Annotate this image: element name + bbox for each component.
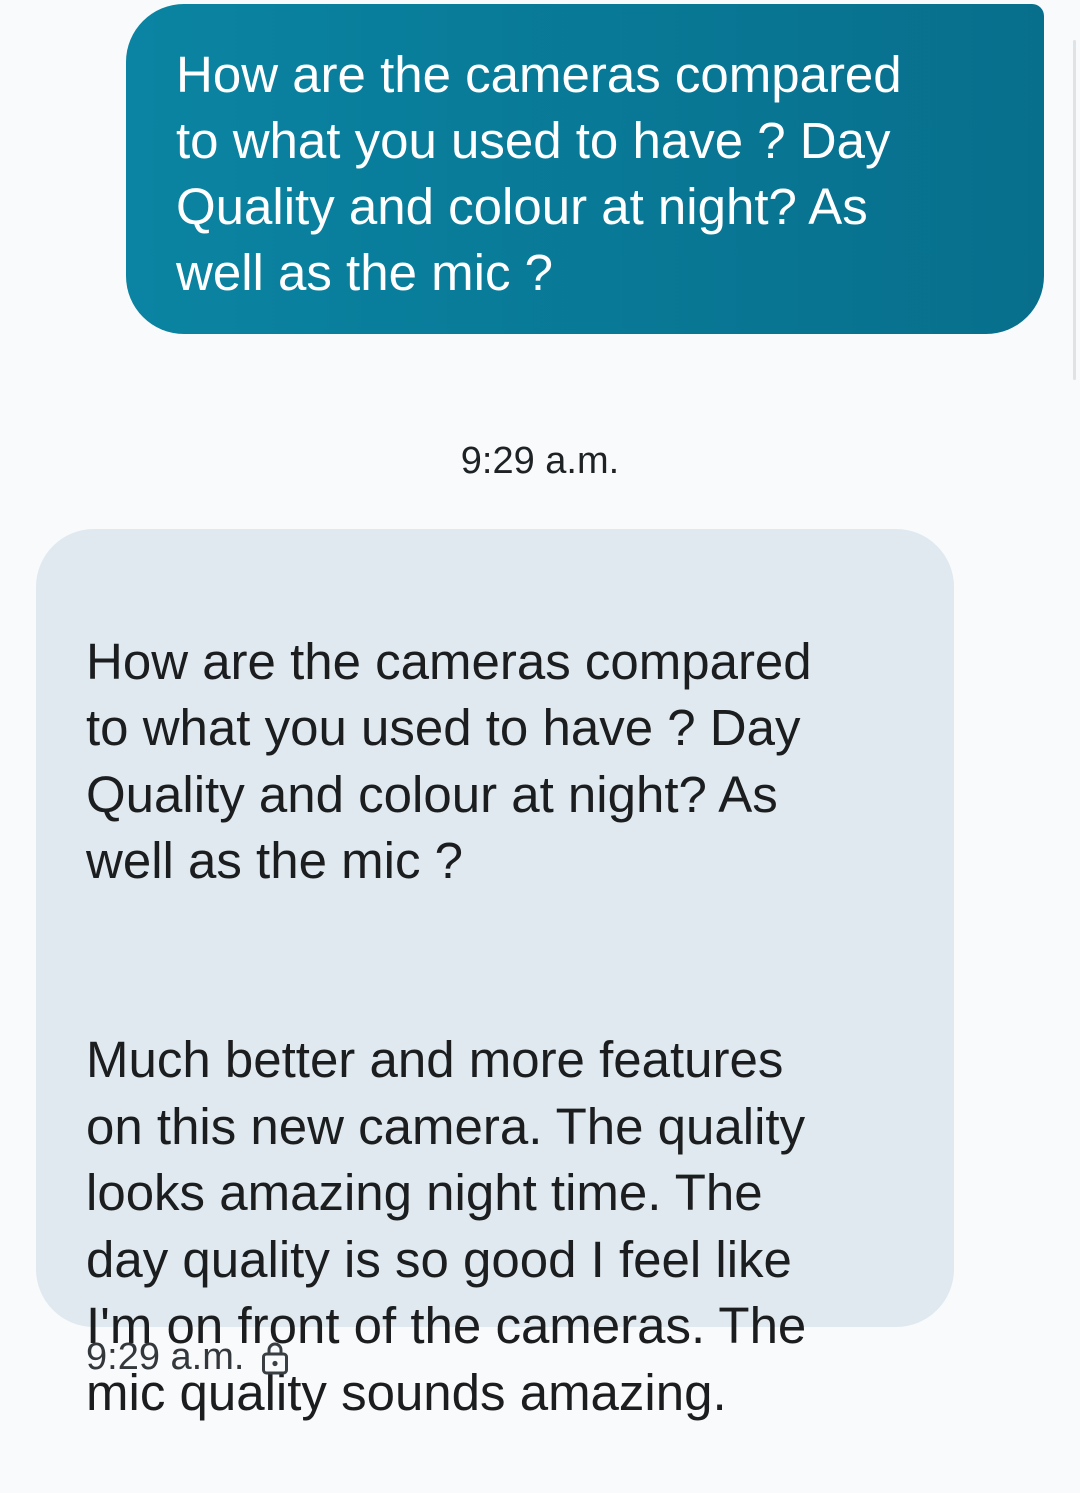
- scrollbar[interactable]: [1073, 40, 1076, 380]
- incoming-message-meta: 9:29 a.m.: [86, 1332, 290, 1382]
- outgoing-message-bubble[interactable]: How are the cameras compared to what you…: [126, 4, 1044, 334]
- incoming-message-time: 9:29 a.m.: [86, 1336, 245, 1378]
- incoming-message-bubble[interactable]: How are the cameras compared to what you…: [36, 529, 954, 1421]
- lock-icon: [260, 1339, 290, 1375]
- message-timestamp-divider: 9:29 a.m.: [460, 440, 620, 482]
- incoming-quoted-text: How are the cameras compared to what you…: [86, 632, 812, 890]
- message-thread: How are the cameras compared to what you…: [0, 0, 1080, 1441]
